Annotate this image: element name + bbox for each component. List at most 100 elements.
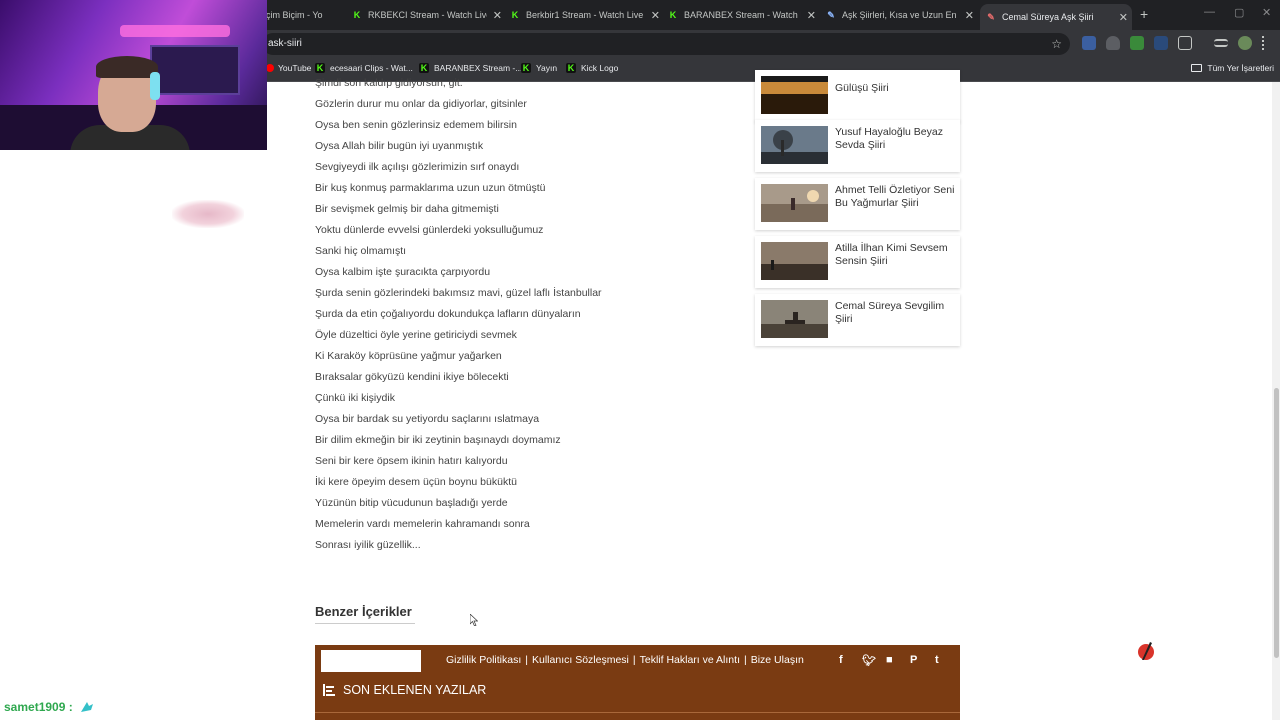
post-title: Ahmet Telli Özletiyor Seni Bu Yağmurlar … [835,184,955,209]
related-post-card[interactable]: Cemal Süreya Sevgilim Şiiri [755,294,960,346]
footer-link-terms[interactable]: Kullanıcı Sözleşmesi [532,654,629,666]
tab-title: Berkbir1 Stream - Watch Live o [526,10,645,20]
chat-emote-icon [80,702,93,712]
avatar[interactable] [1238,36,1252,50]
minimize-icon[interactable]: — [1204,6,1215,18]
close-icon[interactable]: ✕ [651,9,660,22]
extension-icon[interactable] [1082,36,1096,50]
browser-tab[interactable]: K RKBEKCI Stream - Watch Live o ✕ [352,4,502,26]
poem-line: Gözlerin durur mu onlar da gidiyorlar, g… [315,98,527,110]
footer-links: Gizlilik Politikası | Kullanıcı Sözleşmesi… [446,654,804,666]
facebook-icon[interactable]: f [839,654,843,666]
post-thumbnail [761,300,828,338]
kick-icon: K [511,10,519,20]
browser-tab[interactable]: K Berkbir1 Stream - Watch Live o ✕ [510,4,660,26]
browser-tab[interactable]: çim Biçim - Yo [266,4,346,26]
instagram-icon[interactable]: ■ [886,654,893,666]
bookmark-item[interactable]: YouTube [266,63,311,73]
similar-content-heading: Benzer İçerikler [315,604,412,619]
maximize-icon[interactable]: ▢ [1234,6,1244,19]
post-title: Cemal Süreya Sevgilim Şiiri [835,300,945,325]
headset [150,72,160,100]
browser-tab[interactable]: K BARANBEX Stream - Watch Live ✕ [668,4,816,26]
post-title: Atilla İlhan Kimi Sevsem Sensin Şiiri [835,242,948,267]
kick-icon: K [566,63,576,73]
kick-icon: K [353,10,361,20]
close-icon[interactable]: ✕ [1119,11,1128,24]
poem-line: Bıraksalar gökyüzü kendini ikiye bölecek… [315,371,509,383]
bookmark-label: BARANBEX Stream -... [434,63,523,73]
poem-line: Seni bir kere öpsem ikinin hatırı kalıyo… [315,455,508,467]
bookmark-item[interactable]: K Kick Logo [566,63,618,73]
tab-title: Aşk Şiirleri, Kısa ve Uzun En Gü [842,10,959,20]
menu-list-icon[interactable] [1214,39,1228,47]
close-icon[interactable]: ✕ [807,9,816,22]
site-footer: Gizlilik Politikası | Kullanıcı Sözleşmesi… [315,645,960,720]
address-text: ask-siiri [268,38,302,49]
related-post-card[interactable]: Ahmet Telli Özletiyor Seni Bu Yağmurlar … [755,178,960,230]
bookmark-item[interactable]: K ecesaari Clips - Wat... [315,63,413,73]
poem-line: Bir sevişmek gelmiş bir daha gitmemişti [315,203,499,215]
post-thumbnail [761,184,828,222]
post-title: Yusuf Hayaloğlu Beyaz Sevda Şiiri [835,126,943,151]
close-window-icon[interactable]: ✕ [1262,6,1271,19]
post-thumbnail [761,242,828,280]
poem-line: Yoktu dünlerde evvelsi günlerdeki yoksul… [315,224,544,236]
poem-line: Sanki hiç olmamıştı [315,245,407,257]
poem-line: Sevgiyeydi ilk açılışı gözlerimizin sırf… [315,161,520,173]
bookmark-item[interactable]: K BARANBEX Stream -... [419,63,522,73]
kick-icon: K [669,10,677,20]
youtube-icon [266,64,274,72]
related-post-card[interactable]: Atilla İlhan Kimi Sevsem Sensin Şiiri [755,236,960,288]
poem-line: Şurda senin gözlerindeki bakımsız mavi, … [315,287,602,299]
shield-icon[interactable] [1106,36,1120,50]
post-thumbnail [761,76,828,114]
tab-title: Cemal Süreya Aşk Şiiri [1002,12,1094,22]
poem-line: Ki Karaköy köprüsüne yağmur yağarken [315,350,502,362]
scrollbar-thumb[interactable] [1274,388,1279,658]
all-bookmarks-button[interactable]: Tüm Yer İşaretleri [1191,63,1274,73]
led-lights [120,25,230,37]
site-logo[interactable] [321,650,421,672]
tab-title: RKBEKCI Stream - Watch Live o [368,10,487,20]
feather-icon: ✎ [987,12,995,22]
background-monitor [150,45,240,95]
poem-line: İki kere öpeyim desem üçün boynu büküktü [315,476,517,488]
footer-link-privacy[interactable]: Gizlilik Politikası [446,654,521,666]
all-bookmarks-label: Tüm Yer İşaretleri [1207,63,1274,73]
feather-pen-icon[interactable] [1136,640,1156,664]
related-post-card[interactable]: Yusuf Hayaloğlu Beyaz Sevda Şiiri [755,120,960,172]
extension-icon[interactable] [1130,36,1144,50]
related-post-card[interactable]: Gülüşü Şiiri [755,70,960,122]
more-options-icon[interactable] [1262,36,1266,50]
bookmark-star-icon[interactable]: ☆ [1051,33,1062,55]
tumblr-icon[interactable]: t [935,654,939,666]
webcam-overlay [0,0,267,150]
link-separator: | [525,654,528,666]
poem-line: Bir dilim ekmeğin bir iki zeytinin başın… [315,434,561,446]
puzzle-icon[interactable] [1178,36,1192,50]
heading-underline [315,623,415,624]
pink-blur-sticker [172,200,244,228]
chat-username: samet1909 : [4,700,73,714]
extension-icon[interactable] [1154,36,1168,50]
latest-posts-label: SON EKLENEN YAZILAR [343,683,487,697]
footer-link-contact[interactable]: Bize Ulaşın [751,654,804,666]
kick-icon: K [315,63,325,73]
footer-link-copyright[interactable]: Teklif Hakları ve Alıntı [640,654,740,666]
poem-line: Oysa bir bardak su yetiyordu saçlarını ı… [315,413,540,425]
close-icon[interactable]: ✕ [965,9,974,22]
link-separator: | [743,654,747,666]
twitter-icon[interactable]: 🐦︎ [862,654,876,667]
pinterest-icon[interactable]: P [910,654,917,666]
new-tab-button[interactable]: + [1140,6,1148,22]
latest-posts-heading: SON EKLENEN YAZILAR [323,683,486,697]
streamer-hair [96,56,158,78]
browser-tab-active[interactable]: ✎ Cemal Süreya Aşk Şiiri ✕ [980,4,1132,30]
address-bar[interactable]: ask-siiri ☆ [262,33,1070,55]
kick-icon: K [419,63,429,73]
browser-tab[interactable]: ✎ Aşk Şiirleri, Kısa ve Uzun En Gü ✕ [826,4,974,26]
close-icon[interactable]: ✕ [493,9,502,22]
kick-icon: K [521,63,531,73]
bookmark-item[interactable]: K Yayın [521,63,557,73]
